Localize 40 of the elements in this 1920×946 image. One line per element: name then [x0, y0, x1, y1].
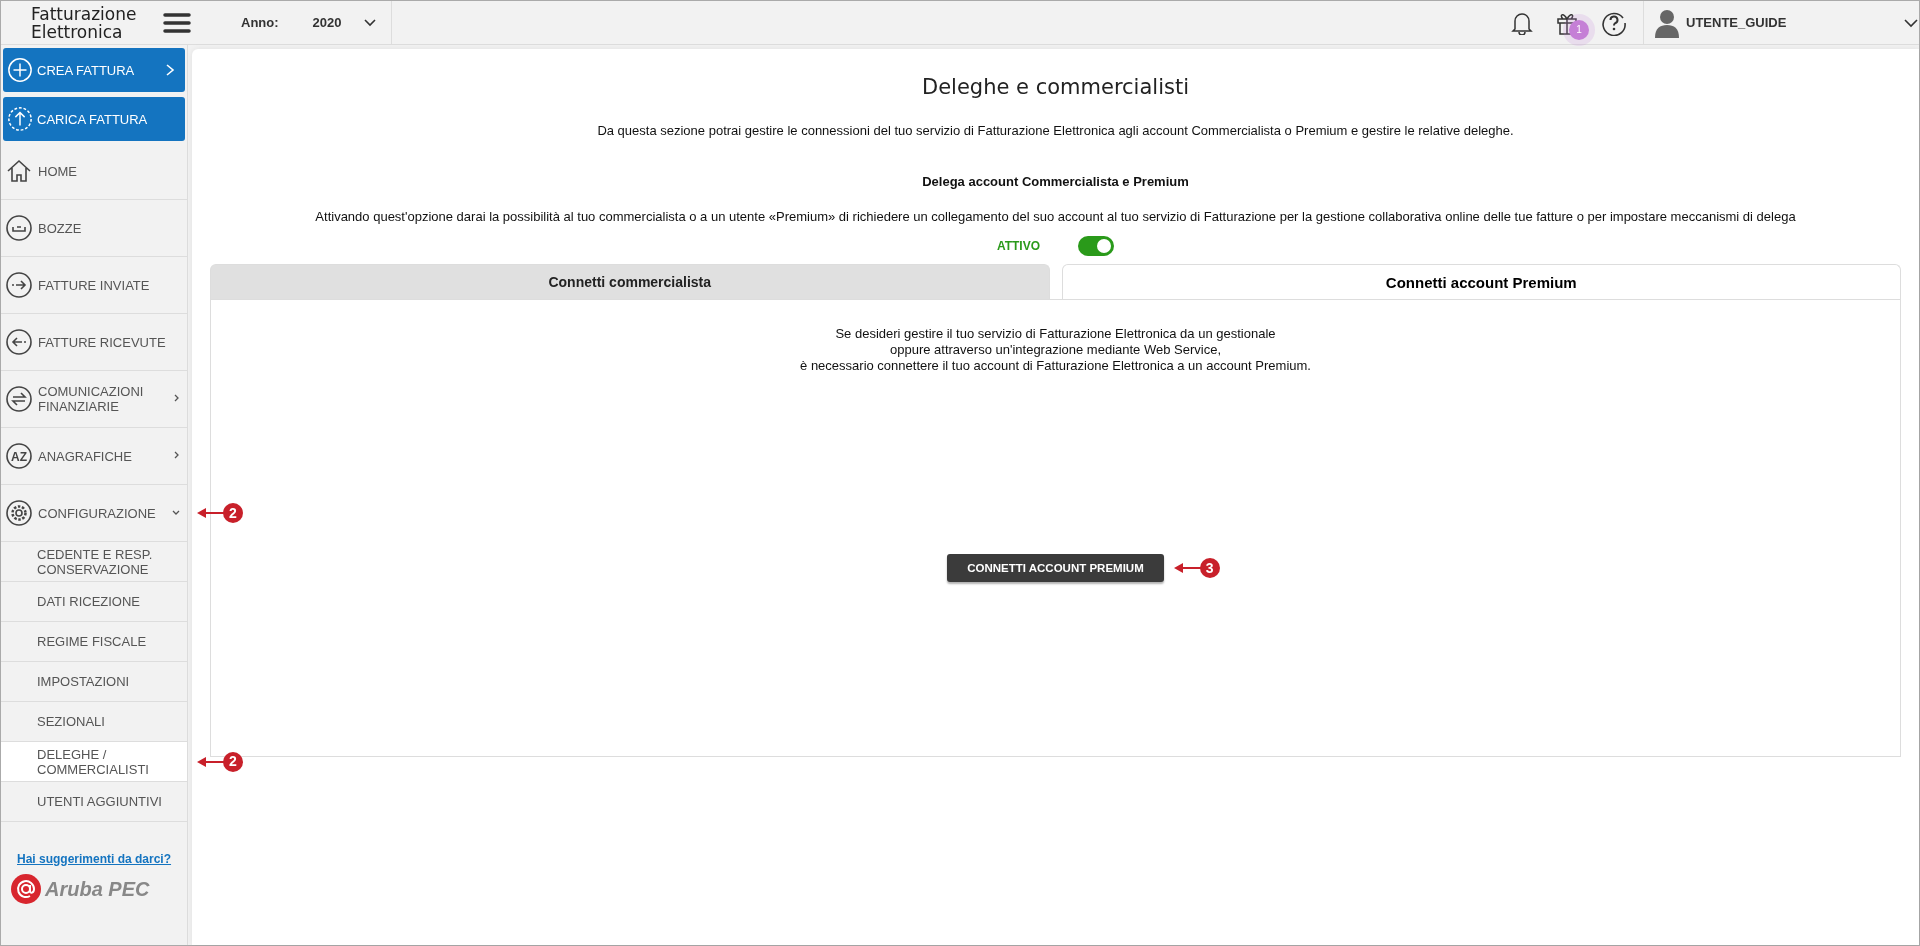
- caret-icon: [1903, 17, 1919, 28]
- arrow-left-icon: [5, 328, 33, 356]
- bell-icon[interactable]: [1511, 10, 1533, 35]
- year-selector[interactable]: Anno: 2020: [191, 0, 393, 45]
- page-title: Deleghe e commercialisti: [922, 75, 1189, 99]
- connect-premium-button[interactable]: CONNETTI ACCOUNT PREMIUM: [947, 554, 1164, 582]
- feedback-link[interactable]: Hai suggerimenti da darci?: [17, 852, 187, 866]
- create-invoice-button[interactable]: CREA FATTURA: [3, 48, 185, 92]
- arrow-right-icon: [5, 271, 33, 299]
- toggle-label: ATTIVO: [996, 239, 1041, 253]
- section-title: Delega account Commercialista e Premium: [922, 174, 1189, 189]
- arrow-icon: [197, 755, 225, 768]
- swap-arrows-icon: [5, 385, 33, 413]
- chevron-down-icon: [171, 509, 181, 517]
- house-icon: [5, 157, 33, 185]
- tray-icon: [5, 214, 33, 242]
- brand-logo: Aruba PEC: [45, 877, 150, 901]
- app-logo: Fatturazione Elettronica: [30, 4, 138, 41]
- upload-circle-icon: [7, 106, 33, 132]
- tab[interactable]: Connetti commercialista: [210, 264, 1050, 299]
- seal-icon: [9, 872, 43, 906]
- chevron-right-icon: [173, 450, 181, 460]
- callout-number: 3: [1199, 558, 1220, 578]
- toggle-switch[interactable]: [1078, 236, 1115, 256]
- arrow-icon: [197, 507, 225, 519]
- upload-invoice-button[interactable]: CARICA FATTURA: [3, 97, 185, 141]
- menu-icon[interactable]: [163, 11, 191, 34]
- notification-badge: 1: [1569, 19, 1589, 40]
- caret-icon: [363, 17, 378, 28]
- panel-text: Se desideri gestire il tuo servizio di Fatturazione Elettronica da un gestionale oppure attraverso un'integrazione mediante Web Service, è necessario connettere il tuo account di Fatturazione Elettronica a un account Premium.: [800, 326, 1311, 374]
- arrow-icon: [1173, 562, 1202, 574]
- letters-icon: AZ: [5, 442, 33, 470]
- avatar-icon: [1654, 7, 1680, 38]
- chevron-right-icon: [173, 393, 181, 403]
- plus-circle-icon: [7, 57, 33, 83]
- page-description: Da questa sezione potrai gestire le connessioni del tuo servizio di Fatturazione Elettronica agli account Commercialista o Premium e gestire le relative deleghe.: [597, 123, 1514, 138]
- tab[interactable]: Connetti account Premium: [1061, 264, 1901, 299]
- section-description: Attivando quest'opzione darai la possibilità al tuo commercialista o a un utente «Premium» di richiedere un collegamento del suo account al tuo servizio di Fatturazione per la gestione collaborativa online delle tue fatture o per impostare meccanismi di delega: [315, 209, 1796, 224]
- user-menu[interactable]: UTENTE_GUIDE: [1644, 7, 1919, 38]
- gear-icon: [5, 499, 33, 527]
